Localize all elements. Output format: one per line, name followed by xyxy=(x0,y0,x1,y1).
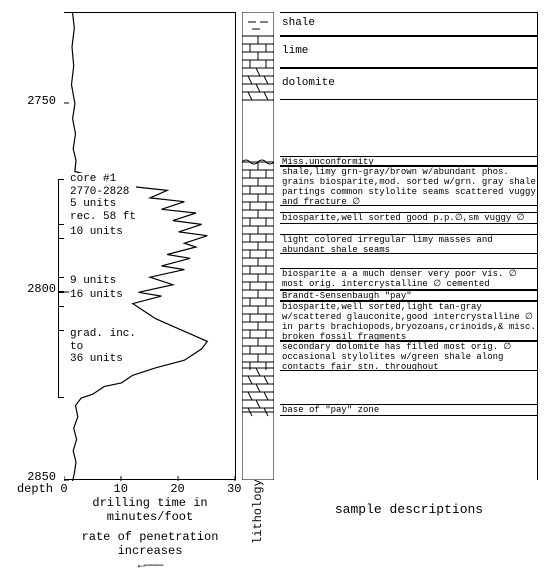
x-ticks: 0 10 20 30 xyxy=(64,482,236,496)
depth-tick-2850: 2850 xyxy=(27,470,56,484)
bracket-grad xyxy=(58,330,64,398)
desc-d4: biosparite a a much denser very poor vis… xyxy=(280,268,538,290)
x-tick-30: 30 xyxy=(227,482,241,496)
sample-descriptions: shale lime dolomite Miss.unconformity sh… xyxy=(280,12,538,480)
core-note: core #1 2770-2828 5 units rec. 58 ft xyxy=(70,173,136,224)
depth-tick-2750: 2750 xyxy=(27,94,56,108)
limestone-section xyxy=(242,162,274,370)
dolomite-pattern xyxy=(242,68,274,100)
note-grad: grad. inc. to 36 units xyxy=(70,328,136,366)
bracket-16units xyxy=(58,292,64,307)
sample-desc-axis-label: sample descriptions xyxy=(280,482,538,517)
desc-dolomite: dolomite xyxy=(280,68,538,100)
lime-pattern xyxy=(242,36,274,68)
shale-pattern xyxy=(242,12,274,36)
dolomite-section xyxy=(242,368,274,416)
lithology-axis-label: lithology xyxy=(242,482,274,542)
bracket-10units xyxy=(58,224,64,239)
desc-miss: Miss.unconformity xyxy=(280,156,538,166)
bracket-9units xyxy=(58,277,64,292)
note-16-units: 16 units xyxy=(70,289,123,302)
depth-axis: 2750 2800 2850 xyxy=(12,12,58,480)
axis-label-row: depth 0 10 20 30 drilling time in minute… xyxy=(12,482,538,572)
penetration-note: rate of penetration increases xyxy=(64,530,236,558)
desc-d2: biosparite,well sorted good p.p.∅,sm vug… xyxy=(280,212,538,224)
x-tick-0: 0 xyxy=(60,482,67,496)
x-axis-label: drilling time in minutes/foot xyxy=(64,496,236,524)
desc-d5: biosparite,well sorted,light tan-gray w/… xyxy=(280,301,538,341)
note-10-units: 10 units xyxy=(70,226,123,239)
desc-lime: lime xyxy=(280,36,538,68)
x-tick-20: 20 xyxy=(170,482,184,496)
desc-pay: Brandt-Sensenbaugh "pay" xyxy=(280,290,538,301)
drilling-curve xyxy=(64,13,236,481)
left-arrow-icon: ←——— xyxy=(64,558,236,572)
desc-d6: secondary dolomite has filled most orig.… xyxy=(280,341,538,371)
well-log-figure: 2750 2800 2850 core #1 2770-2828 5 units… xyxy=(12,12,538,480)
desc-d1: shale,limy grn-gray/brown w/abundant pho… xyxy=(280,166,538,206)
note-9-units: 9 units xyxy=(70,275,116,288)
desc-d3: light colored irregular limy masses and … xyxy=(280,234,538,254)
desc-shale: shale xyxy=(280,12,538,36)
lithology-column xyxy=(242,12,274,480)
depth-tick-2800: 2800 xyxy=(27,282,56,296)
depth-axis-label: depth xyxy=(12,482,58,496)
drilling-time-chart: core #1 2770-2828 5 units rec. 58 ft 10 … xyxy=(64,12,236,480)
x-tick-10: 10 xyxy=(114,482,128,496)
desc-base: base of "pay" zone xyxy=(280,404,538,416)
